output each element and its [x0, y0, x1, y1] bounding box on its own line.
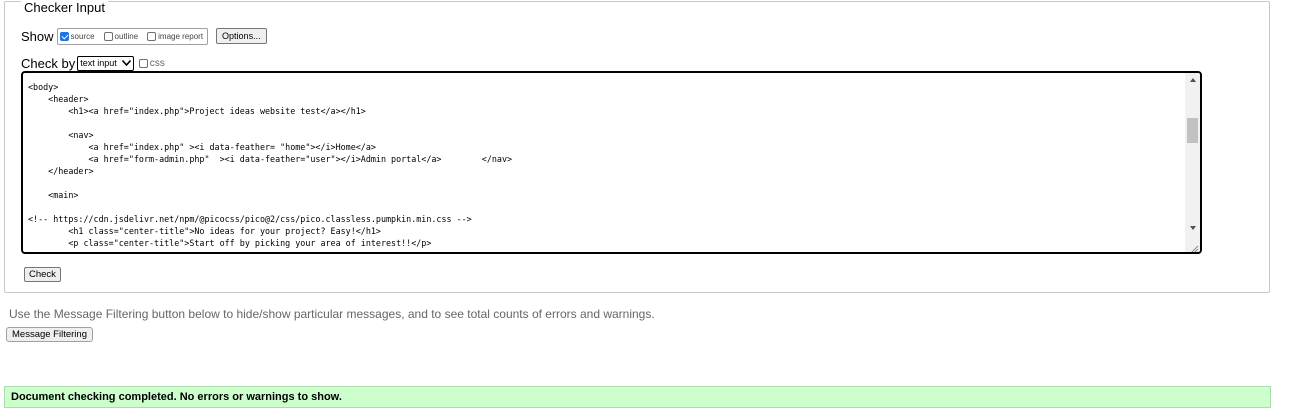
code-line: <main>: [28, 190, 79, 200]
code-line: <a href="form-admin.php" ><i data-feathe…: [28, 154, 513, 164]
show-image-report-option[interactable]: image report: [147, 31, 204, 41]
check-by-selected-value: text input: [80, 58, 117, 68]
css-checkbox[interactable]: [138, 58, 148, 68]
source-label: source: [70, 31, 95, 41]
status-message: Document checking completed. No errors o…: [4, 386, 1271, 408]
resize-grip-icon[interactable]: [1189, 241, 1199, 252]
source-code: <body> <header> <h1><a href="index.php">…: [28, 81, 512, 249]
image-report-checkbox[interactable]: [147, 31, 157, 41]
show-label: Show: [21, 28, 54, 44]
options-button[interactable]: Options...: [216, 28, 267, 44]
code-line: <a href="index.php" ><i data-feather= "h…: [28, 142, 376, 152]
code-line: <h1><a href="index.php">Project ideas we…: [28, 106, 366, 116]
show-source-option[interactable]: source: [59, 31, 95, 41]
check-button[interactable]: Check: [24, 267, 61, 282]
message-filtering-info: Use the Message Filtering button below t…: [9, 307, 655, 321]
code-line: <h1 class="center-title">No ideas for yo…: [28, 226, 381, 236]
checker-input-legend: Checker Input: [21, 0, 108, 16]
code-line: <nav>: [28, 130, 94, 140]
code-line: <!-- https://cdn.jsdelivr.net/npm/@picoc…: [28, 214, 472, 224]
css-option[interactable]: css: [138, 57, 165, 69]
chevron-down-icon: [121, 58, 131, 68]
page-root: Checker Input Show source outline image …: [0, 0, 1299, 416]
vertical-scrollbar[interactable]: [1185, 73, 1200, 252]
scroll-down-arrow-icon[interactable]: [1190, 226, 1196, 230]
show-row: Show source outline image report Options…: [21, 26, 267, 46]
code-line: <header>: [28, 94, 89, 104]
code-line: <p class="center-title">Start off by pic…: [28, 238, 432, 248]
show-options-group: source outline image report: [56, 27, 209, 45]
source-textarea[interactable]: <body> <header> <h1><a href="index.php">…: [21, 71, 1202, 254]
source-checkbox[interactable]: [59, 31, 69, 41]
code-line: </header>: [28, 166, 94, 176]
message-filtering-button[interactable]: Message Filtering: [6, 327, 93, 342]
scroll-up-arrow-icon[interactable]: [1190, 78, 1196, 82]
image-report-label: image report: [158, 31, 204, 41]
check-by-row: Check by text input css: [21, 54, 165, 72]
scrollbar-thumb[interactable]: [1187, 118, 1198, 143]
show-outline-option[interactable]: outline: [103, 31, 139, 41]
outline-label: outline: [114, 31, 139, 41]
code-line: <body>: [28, 82, 59, 92]
css-label: css: [149, 57, 165, 69]
check-by-select[interactable]: text input: [77, 55, 134, 71]
check-by-label: Check by: [21, 55, 76, 71]
outline-checkbox[interactable]: [103, 31, 113, 41]
